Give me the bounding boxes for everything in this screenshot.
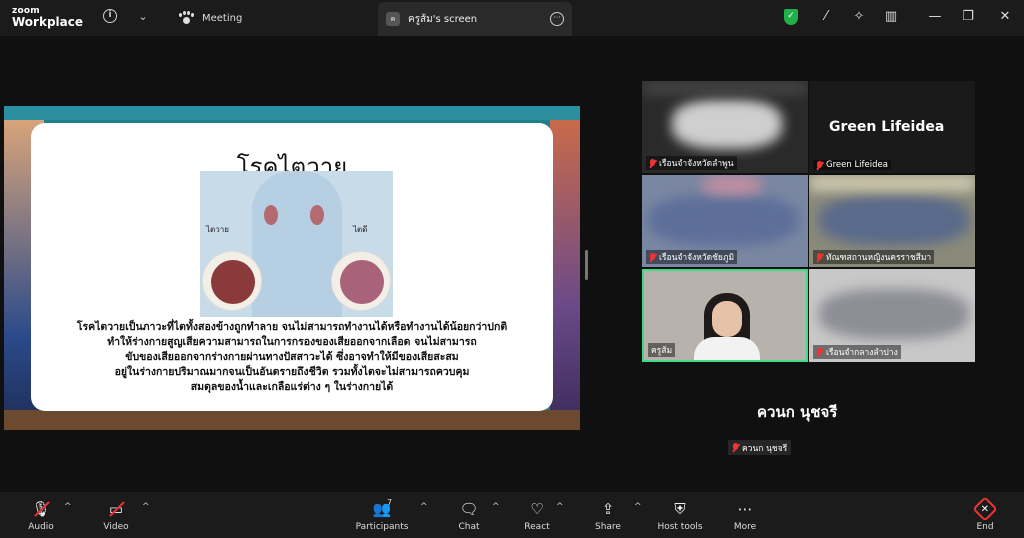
video-tile[interactable]: เรือนจำจังหวัดชัยภูมิ (642, 175, 808, 267)
chat-options-caret[interactable]: ^ (492, 502, 500, 512)
host-shield-icon: ⛨ (674, 499, 686, 518)
share-label: Share (595, 521, 621, 532)
audio-button[interactable]: 🎙 Audio (26, 492, 56, 538)
label-failed-kidney: ไตวาย (206, 225, 229, 234)
minimize-icon[interactable]: — (927, 9, 943, 25)
microphone-muted-icon: 🎙 (28, 499, 54, 519)
video-options-caret[interactable]: ^ (142, 502, 150, 512)
video-tile[interactable]: เรือนจำจังหวัดลำพูน (642, 81, 808, 173)
share-screen-icon: ⇪ (601, 499, 615, 518)
tile-name-tag: ทัณฑสถานหญิงนครราชสีมา (813, 250, 935, 264)
share-options-caret[interactable]: ^ (634, 502, 642, 512)
participants-icon: 👥 7 (372, 497, 393, 518)
chevron-down-icon[interactable]: ⌄ (134, 8, 152, 26)
chip-name: ควนก นุชจรี (742, 443, 788, 454)
paw-icon (178, 11, 194, 25)
mic-muted-icon (649, 158, 656, 168)
slide-line: โรคไตวายเป็นภาวะที่ไตทั้งสองข้างถูกทำลาย… (76, 321, 508, 333)
tile-name: เรือนจำกลางลำปาง (826, 348, 898, 358)
end-button[interactable]: ✕ End (972, 492, 998, 538)
slide-body-text: โรคไตวายเป็นภาวะที่ไตทั้งสองข้างถูกทำลาย… (49, 320, 535, 395)
chat-icon: 🗨 (459, 499, 479, 518)
security-shield-icon[interactable]: ✓ (784, 9, 798, 25)
title-bar: zoom Workplace i ⌄ Meeting ค ครูส้ม's sc… (0, 0, 1024, 36)
zoom-logo: zoom Workplace (12, 6, 83, 28)
mic-muted-icon (649, 252, 656, 262)
share-button[interactable]: ⇪ Share (594, 492, 622, 538)
chat-label: Chat (458, 521, 480, 532)
participants-count: 7 (387, 497, 393, 507)
participants-label: Participants (355, 521, 409, 532)
host-tools-label: Host tools (657, 521, 703, 532)
magic-wand-icon[interactable]: ⁄ (818, 9, 834, 25)
slide-bg-top (4, 106, 580, 120)
tile-name-tag: เรือนจำจังหวัดลำพูน (646, 156, 737, 170)
logo-line2: Workplace (12, 15, 84, 29)
slide-line: ทำให้ร่างกายสูญเสียความสามารถในการกรองขอ… (107, 336, 477, 348)
info-icon[interactable]: i (103, 9, 117, 23)
participant-name-chip: ควนก นุชจรี (728, 440, 792, 455)
participants-options-caret[interactable]: ^ (420, 502, 428, 512)
tile-big-name: Green Lifeidea (829, 119, 945, 135)
more-button[interactable]: ⋯ More (730, 492, 760, 538)
mic-muted-icon (816, 252, 823, 262)
slide-line: ขับของเสียออกจากร่างกายผ่านทางปัสสาวะได้… (125, 351, 459, 363)
video-tile-active-speaker[interactable]: ครูส้ม (642, 269, 808, 362)
more-options-icon[interactable]: ··· (550, 12, 564, 26)
tab-meeting[interactable]: Meeting (172, 6, 248, 30)
end-label: End (976, 521, 994, 532)
tile-name-tag: Green Lifeidea (813, 160, 891, 170)
slide-card: โรคไตวาย ไตวาย ไตดี โรคไตวายเป็นภาวะที่ไ… (31, 123, 553, 411)
slide-line: อยู่ในร่างกายปริมาณมากจนเป็นอันตรายถึงชี… (114, 366, 470, 378)
meeting-toolbar: 🎙 Audio ^ ▭ Video ^ 👥7 Participants ^ 🗨 … (0, 492, 1024, 538)
audio-label: Audio (28, 521, 54, 532)
react-label: React (524, 521, 550, 532)
ellipsis-icon: ⋯ (737, 499, 753, 518)
tile-name-tag: เรือนจำกลางลำปาง (813, 345, 901, 359)
more-label: More (733, 521, 757, 532)
video-button[interactable]: ▭ Video (100, 492, 132, 538)
layout-icon[interactable]: ▥ (883, 9, 899, 25)
kidney-illustration: ไตวาย ไตดี (200, 171, 393, 317)
participant-big-name: ควนก นุชจรี (757, 403, 838, 421)
zoom-window: zoom Workplace i ⌄ Meeting ค ครูส้ม's sc… (0, 0, 1024, 538)
tile-name-tag: ครูส้ม (648, 343, 676, 357)
video-tile[interactable]: เรือนจำกลางลำปาง (809, 269, 975, 362)
mic-muted-icon (816, 160, 823, 170)
tile-name: เรือนจำจังหวัดลำพูน (659, 159, 734, 169)
tile-name-tag: เรือนจำจังหวัดชัยภูมิ (646, 250, 738, 264)
screen-tab-label: ครูส้ม's screen (408, 13, 478, 25)
shared-screen: โรคไตวาย ไตวาย ไตดี โรคไตวายเป็นภาวะที่ไ… (4, 106, 580, 430)
video-tile[interactable]: Green Lifeidea Green Lifeidea (809, 81, 975, 173)
video-tile[interactable]: ทัณฑสถานหญิงนครราชสีมา (809, 175, 975, 267)
resize-handle[interactable] (585, 250, 588, 280)
video-off-icon: ▭ (103, 499, 129, 519)
sparkle-icon[interactable]: ✧ (851, 9, 867, 25)
video-label: Video (103, 521, 129, 532)
tile-name: ทัณฑสถานหญิงนครราชสีมา (826, 253, 932, 263)
audio-options-caret[interactable]: ^ (64, 502, 72, 512)
mic-muted-icon (732, 443, 739, 452)
participants-button[interactable]: 👥 7 Participants (352, 492, 412, 538)
label-healthy-kidney: ไตดี (353, 225, 368, 234)
tile-name: ครูส้ม (651, 346, 673, 356)
restore-icon[interactable]: ❐ (960, 9, 976, 25)
end-meeting-icon: ✕ (972, 495, 998, 522)
mic-muted-icon (816, 347, 823, 357)
screen-tab-avatar: ค (386, 12, 400, 26)
react-button[interactable]: ♡ React (522, 492, 552, 538)
close-icon[interactable]: ✕ (997, 9, 1013, 25)
tile-name: Green Lifeidea (826, 160, 888, 170)
react-options-caret[interactable]: ^ (556, 502, 564, 512)
heart-icon: ♡ (530, 499, 544, 518)
chat-button[interactable]: 🗨 Chat (456, 492, 482, 538)
slide-bg-right (550, 120, 580, 430)
slide-bg-bottom (4, 410, 580, 430)
tile-name: เรือนจำจังหวัดชัยภูมิ (659, 253, 735, 263)
tab-meeting-label: Meeting (202, 12, 243, 24)
host-tools-button[interactable]: ⛨ Host tools (654, 492, 706, 538)
slide-line: สมดุลของน้ำและเกลือแร่ต่าง ๆ ในร่างกายได… (190, 381, 394, 393)
tab-shared-screen[interactable]: ค ครูส้ม's screen ··· (378, 2, 572, 36)
